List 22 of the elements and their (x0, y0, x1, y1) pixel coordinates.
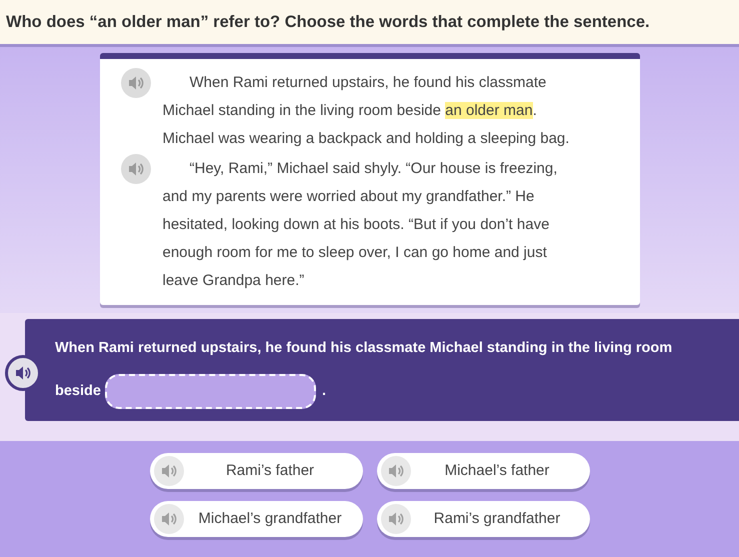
speaker-badge[interactable] (380, 456, 410, 486)
speaker-icon (388, 512, 404, 526)
passage-paragraph: “Hey, Rami,” Michael said shyly. “Our house is freezing, and my parents were worried about my grandfather.” He hesitated, looking down at his boots. “But if you don’t have enough room for me to sleep over, I can go home and just leave Grandpa here.” (162, 159, 558, 291)
speaker-icon (160, 512, 176, 526)
speaker-badge[interactable] (380, 504, 410, 534)
speaker-icon (160, 464, 176, 478)
passage-paragraph: When Rami returned upstairs, he found his classmate Michael standing in the living room beside an older man. Michael was wearing a backpack and holding a sleeping bag. (162, 73, 570, 149)
sentence-text: When Rami returned upstairs, he found his classmate Michael standing in the living room (55, 339, 672, 358)
speaker-badge[interactable] (154, 504, 184, 534)
speaker-icon (128, 162, 144, 176)
question-text: Who does “an older man” refer to? Choose the words that complete the sentence. (6, 12, 650, 33)
answer-option[interactable]: Rami’s father (150, 453, 362, 489)
speaker-badge[interactable] (154, 456, 184, 486)
sentence-punctuation: . (322, 382, 326, 401)
answer-blank[interactable] (104, 374, 316, 409)
answer-option[interactable]: Michael’s father (376, 453, 590, 489)
speaker-icon (128, 76, 144, 90)
sentence-text: beside (55, 382, 101, 401)
speaker-icon (388, 464, 404, 478)
answer-option[interactable]: Rami’s grandfather (376, 501, 590, 537)
answer-option[interactable]: Michael’s grandfather (150, 501, 362, 537)
speaker-icon (15, 366, 31, 380)
